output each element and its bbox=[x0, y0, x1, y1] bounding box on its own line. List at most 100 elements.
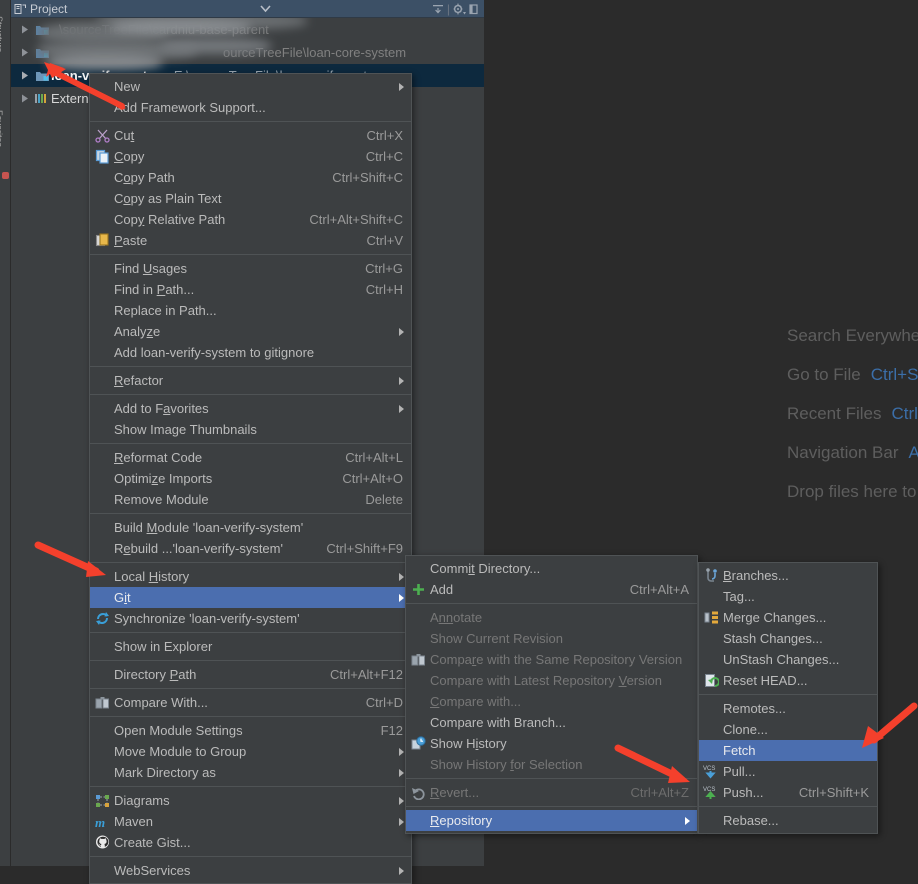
menu-item-label: Cut bbox=[114, 128, 135, 143]
menu-item-repository[interactable]: Repository bbox=[406, 810, 697, 831]
menu-item-label: Directory Path bbox=[114, 667, 197, 682]
menu-item-unstash-changes[interactable]: UnStash Changes... bbox=[699, 649, 877, 670]
menu-item-remotes[interactable]: Remotes... bbox=[699, 698, 877, 719]
menu-item-build-module-loan-verify-system[interactable]: Build Module 'loan-verify-system' bbox=[90, 517, 411, 538]
menu-item-copy-relative-path[interactable]: Copy Relative Path Ctrl+Alt+Shift+C bbox=[90, 209, 411, 230]
menu-item-tag[interactable]: Tag... bbox=[699, 586, 877, 607]
menu-item-add-loan-verify-system-to-gitignore[interactable]: Add loan-verify-system to gitignore bbox=[90, 342, 411, 363]
hint-row: Recent Files Ctrl bbox=[787, 394, 918, 433]
menu-item-maven[interactable]: m Maven bbox=[90, 811, 411, 832]
menu-item-compare-with-latest-repository-version[interactable]: Compare with Latest Repository Version bbox=[406, 670, 697, 691]
menu-item-copy-path[interactable]: Copy Path Ctrl+Shift+C bbox=[90, 167, 411, 188]
menu-item-git[interactable]: Git bbox=[90, 587, 411, 608]
menu-item-add-to-favorites[interactable]: Add to Favorites bbox=[90, 398, 411, 419]
menu-item-compare-with-the-same-repository-version[interactable]: Compare with the Same Repository Version bbox=[406, 649, 697, 670]
menu-item-fetch[interactable]: Fetch bbox=[699, 740, 877, 761]
hint-label: Go to File bbox=[787, 364, 861, 384]
menu-item-add-framework-support[interactable]: Add Framework Support... bbox=[90, 97, 411, 118]
repository-submenu[interactable]: Branches... Tag... Merge Changes... Stas… bbox=[698, 562, 878, 834]
menu-item-label: Fetch bbox=[723, 743, 756, 758]
git-submenu[interactable]: Commit Directory... Add Ctrl+Alt+A Annot… bbox=[405, 555, 698, 834]
menu-separator bbox=[90, 856, 411, 857]
menu-item-show-in-explorer[interactable]: Show in Explorer bbox=[90, 636, 411, 657]
menu-item-revert[interactable]: Revert... Ctrl+Alt+Z bbox=[406, 782, 697, 803]
menu-item-rebuild-loan-verify-system[interactable]: Rebuild ...'loan-verify-system' Ctrl+Shi… bbox=[90, 538, 411, 559]
expand-arrow-icon[interactable] bbox=[17, 64, 33, 87]
menu-item-stash-changes[interactable]: Stash Changes... bbox=[699, 628, 877, 649]
menu-item-label: Build Module 'loan-verify-system' bbox=[114, 520, 304, 535]
menu-item-reset-head[interactable]: Reset HEAD... bbox=[699, 670, 877, 691]
chevron-right-icon bbox=[399, 768, 404, 777]
menu-item-label: Open Module Settings bbox=[114, 723, 243, 738]
menu-item-push[interactable]: VCS Push... Ctrl+Shift+K bbox=[699, 782, 877, 803]
menu-item-label: Compare With... bbox=[114, 695, 208, 710]
menu-item-create-gist[interactable]: Create Gist... bbox=[90, 832, 411, 853]
menu-item-cut[interactable]: Cut Ctrl+X bbox=[90, 125, 411, 146]
expand-arrow-icon[interactable] bbox=[17, 87, 33, 110]
menu-item-new[interactable]: New bbox=[90, 76, 411, 97]
menu-separator bbox=[90, 513, 411, 514]
menu-item-synchronize-loan-verify-system[interactable]: Synchronize 'loan-verify-system' bbox=[90, 608, 411, 629]
menu-item-replace-in-path[interactable]: Replace in Path... bbox=[90, 300, 411, 321]
menu-item-copy[interactable]: Copy Ctrl+C bbox=[90, 146, 411, 167]
menu-item-label: Find in Path... bbox=[114, 282, 195, 297]
chevron-down-icon[interactable] bbox=[260, 4, 271, 13]
menu-item-show-history[interactable]: Show History bbox=[406, 733, 697, 754]
menu-item-label: Git bbox=[114, 590, 131, 605]
menu-item-label: Repository bbox=[430, 813, 493, 828]
menu-item-find-usages[interactable]: Find Usages Ctrl+G bbox=[90, 258, 411, 279]
menu-item-label: Add to Favorites bbox=[114, 401, 209, 416]
paste-icon bbox=[90, 233, 114, 248]
menu-item-shortcut: Ctrl+Alt+O bbox=[342, 471, 403, 486]
menu-item-commit-directory[interactable]: Commit Directory... bbox=[406, 558, 697, 579]
menu-item-reformat-code[interactable]: Reformat Code Ctrl+Alt+L bbox=[90, 447, 411, 468]
menu-item-label: Local History bbox=[114, 569, 190, 584]
hide-panel-icon[interactable] bbox=[468, 2, 480, 16]
menu-item-show-image-thumbnails[interactable]: Show Image Thumbnails bbox=[90, 419, 411, 440]
expand-arrow-icon[interactable] bbox=[17, 18, 33, 41]
menu-item-open-module-settings[interactable]: Open Module Settings F12 bbox=[90, 720, 411, 741]
menu-item-copy-as-plain-text[interactable]: Copy as Plain Text bbox=[90, 188, 411, 209]
hint-shortcut: Ctrl+S bbox=[870, 364, 918, 384]
menu-item-analyze[interactable]: Analyze bbox=[90, 321, 411, 342]
menu-item-label: Stash Changes... bbox=[723, 631, 823, 646]
menu-item-diagrams[interactable]: Diagrams bbox=[90, 790, 411, 811]
menu-item-compare-with-branch[interactable]: Compare with Branch... bbox=[406, 712, 697, 733]
menu-item-remove-module[interactable]: Remove Module Delete bbox=[90, 489, 411, 510]
diagrams-icon bbox=[90, 794, 114, 808]
menu-item-rebase[interactable]: Rebase... bbox=[699, 810, 877, 831]
menu-item-mark-directory-as[interactable]: Mark Directory as bbox=[90, 762, 411, 783]
module-context-menu[interactable]: New Add Framework Support... Cut Ctrl+X … bbox=[89, 73, 412, 884]
menu-item-refactor[interactable]: Refactor bbox=[90, 370, 411, 391]
menu-item-webservices[interactable]: WebServices bbox=[90, 860, 411, 881]
hint-shortcut: A bbox=[908, 442, 918, 462]
project-panel-header[interactable]: Project | bbox=[11, 0, 484, 18]
menu-item-local-history[interactable]: Local History bbox=[90, 566, 411, 587]
menu-item-label: Compare with Latest Repository Version bbox=[430, 673, 662, 688]
menu-item-clone[interactable]: Clone... bbox=[699, 719, 877, 740]
settings-gear-icon[interactable] bbox=[452, 2, 466, 16]
chevron-right-icon bbox=[399, 376, 404, 385]
menu-item-pull[interactable]: VCS Pull... bbox=[699, 761, 877, 782]
expand-arrow-icon[interactable] bbox=[17, 41, 33, 64]
stripe-label-structure[interactable]: Structure bbox=[0, 16, 4, 53]
menu-item-merge-changes[interactable]: Merge Changes... bbox=[699, 607, 877, 628]
menu-item-move-module-to-group[interactable]: Move Module to Group bbox=[90, 741, 411, 762]
collapse-all-icon[interactable] bbox=[431, 2, 445, 16]
menu-item-add[interactable]: Add Ctrl+Alt+A bbox=[406, 579, 697, 600]
menu-item-directory-path[interactable]: Directory Path Ctrl+Alt+F12 bbox=[90, 664, 411, 685]
menu-item-compare-with[interactable]: Compare With... Ctrl+D bbox=[90, 692, 411, 713]
menu-item-optimize-imports[interactable]: Optimize Imports Ctrl+Alt+O bbox=[90, 468, 411, 489]
menu-item-find-in-path[interactable]: Find in Path... Ctrl+H bbox=[90, 279, 411, 300]
chevron-right-icon bbox=[399, 747, 404, 756]
menu-item-branches[interactable]: Branches... bbox=[699, 565, 877, 586]
stripe-label-favorites[interactable]: Favorites bbox=[0, 110, 4, 147]
menu-item-paste[interactable]: Paste Ctrl+V bbox=[90, 230, 411, 251]
menu-item-annotate[interactable]: Annotate bbox=[406, 607, 697, 628]
menu-item-show-history-for-selection[interactable]: Show History for Selection bbox=[406, 754, 697, 775]
menu-item-label: Replace in Path... bbox=[114, 303, 217, 318]
menu-item-compare-with[interactable]: Compare with... bbox=[406, 691, 697, 712]
left-toolwindow-stripe[interactable]: Structure Favorites bbox=[0, 0, 11, 866]
menu-item-show-current-revision[interactable]: Show Current Revision bbox=[406, 628, 697, 649]
menu-item-label: Diagrams bbox=[114, 793, 170, 808]
